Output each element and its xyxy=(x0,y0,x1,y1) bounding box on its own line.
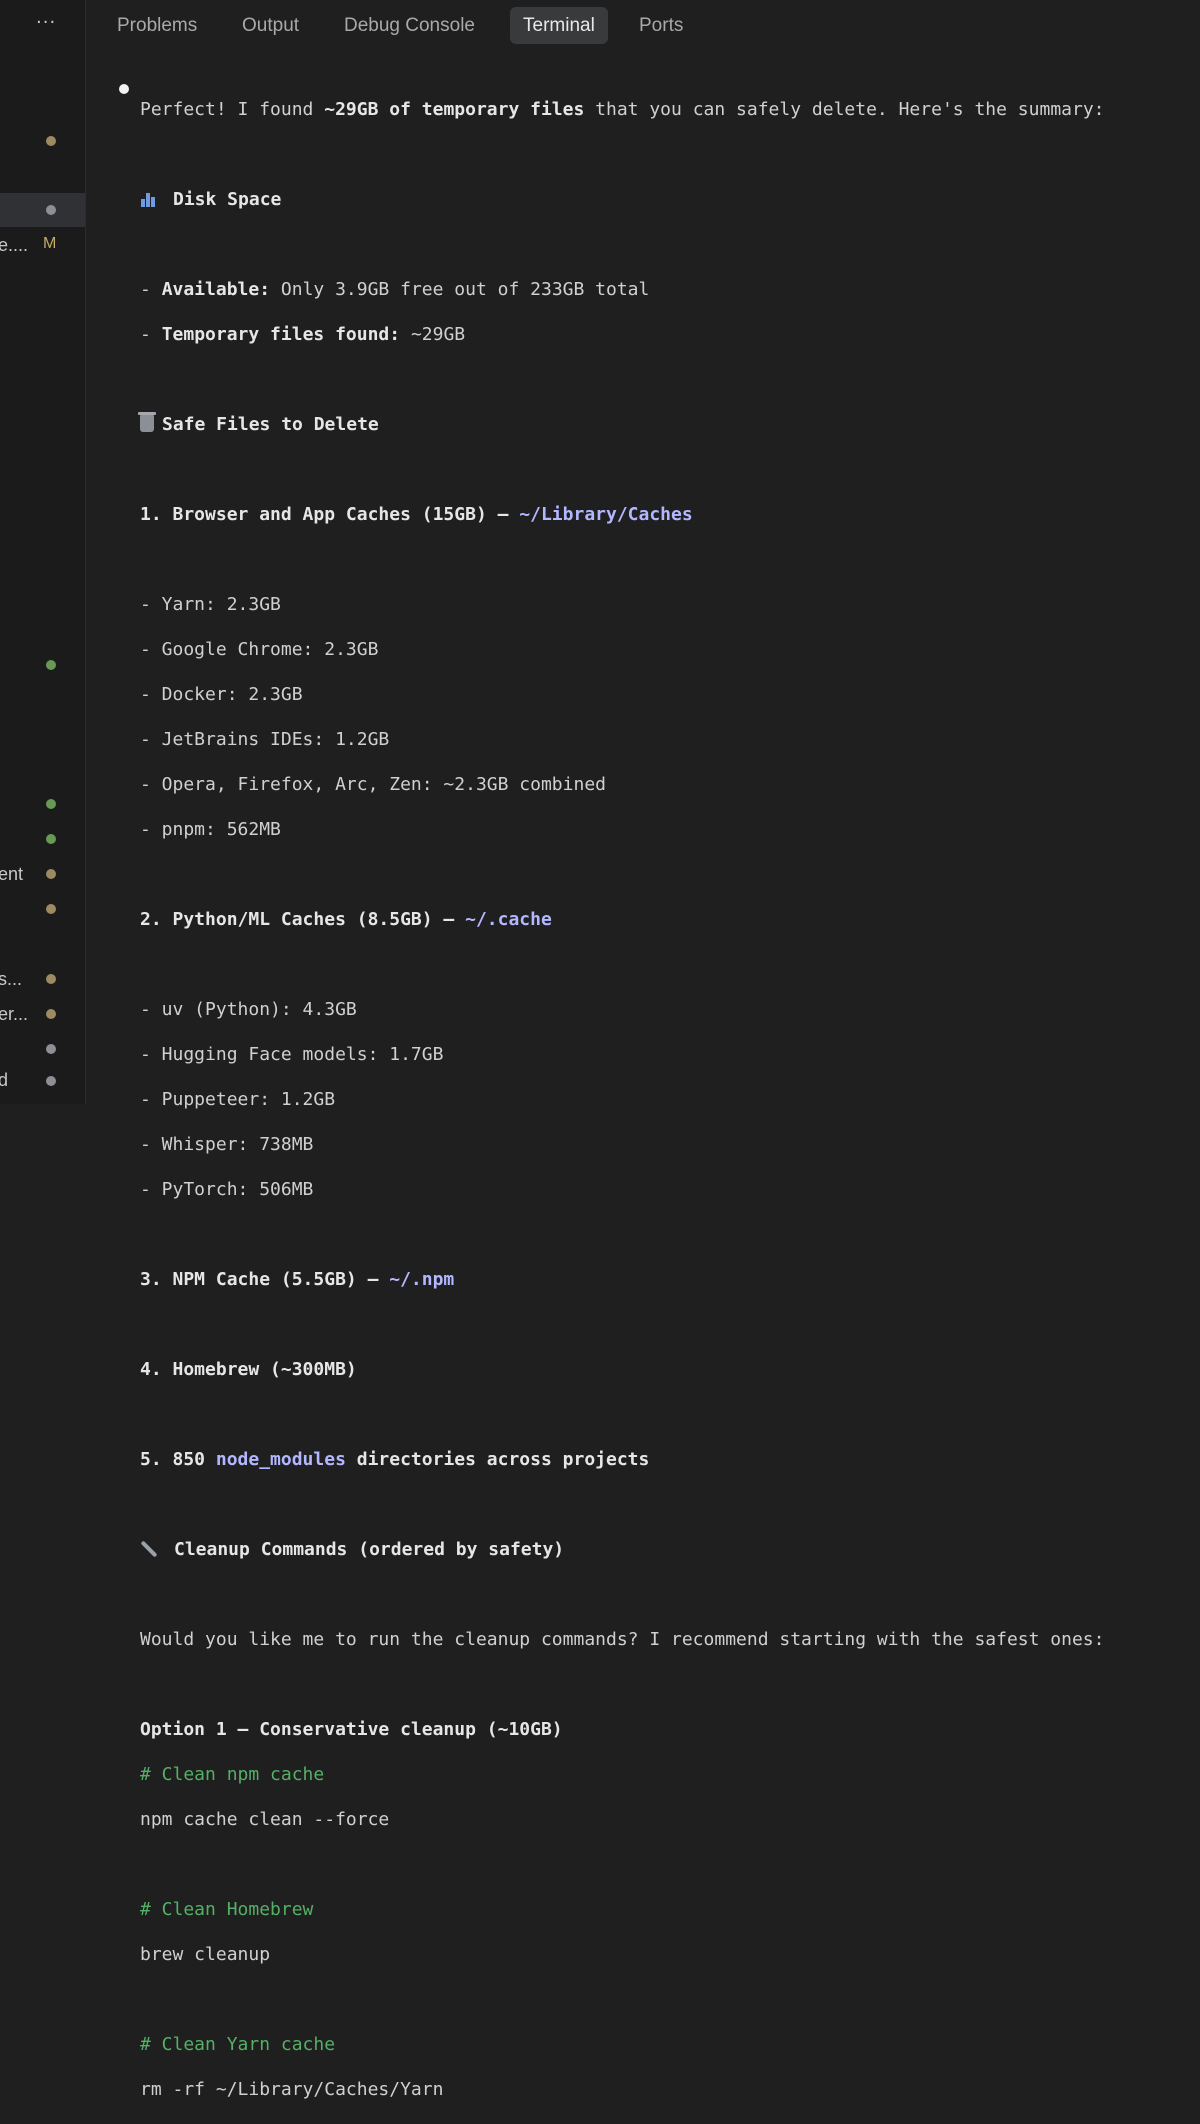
status-dot xyxy=(46,205,56,215)
status-dot xyxy=(46,136,56,146)
code-command: brew cleanup xyxy=(140,1943,271,1965)
available-line: - Available: Only 3.9GB free out of 233G… xyxy=(140,278,650,300)
sidebar: ··· e.... M ent s... er... d xyxy=(0,0,86,1104)
list-item: - Opera, Firefox, Arc, Zen: ~2.3GB combi… xyxy=(140,773,606,795)
terminal-output[interactable]: Perfect! I found ~29GB of temporary file… xyxy=(138,76,1200,2124)
sidebar-item-label[interactable]: d xyxy=(0,1070,8,1091)
status-dot xyxy=(46,799,56,809)
sidebar-item-label[interactable]: e.... xyxy=(0,235,28,256)
bar-chart-icon xyxy=(140,191,157,207)
list-item: - pnpm: 562MB xyxy=(140,818,281,840)
section-4-heading: 4. Homebrew (~300MB) xyxy=(140,1358,357,1380)
sidebar-item-label[interactable]: ent xyxy=(0,864,23,885)
section-5-heading: 5. 850 node_modules directories across p… xyxy=(140,1448,650,1470)
status-dot xyxy=(46,1009,56,1019)
list-item: - Puppeteer: 1.2GB xyxy=(140,1088,336,1110)
question-line: Would you like me to run the cleanup com… xyxy=(140,1628,1105,1650)
disk-space-heading: Disk Space xyxy=(140,189,1200,212)
list-item: - uv (Python): 4.3GB xyxy=(140,998,357,1020)
status-dot xyxy=(46,834,56,844)
code-comment: # Clean Homebrew xyxy=(140,1898,314,1920)
intro-line: Perfect! I found ~29GB of temporary file… xyxy=(140,98,1105,120)
section-1-heading: 1. Browser and App Caches (15GB) – ~/Lib… xyxy=(140,503,693,525)
code-command: rm -rf ~/Library/Caches/Yarn xyxy=(140,2078,444,2100)
tab-problems[interactable]: Problems xyxy=(104,7,210,44)
status-dot xyxy=(46,869,56,879)
selected-row[interactable] xyxy=(0,193,85,227)
cleanup-heading: Cleanup Commands (ordered by safety) xyxy=(140,1539,1200,1562)
safe-files-heading: Safe Files to Delete xyxy=(138,411,1200,437)
status-dot xyxy=(46,904,56,914)
wrench-icon xyxy=(140,1540,158,1558)
list-item: - JetBrains IDEs: 1.2GB xyxy=(140,728,390,750)
wastebasket-icon xyxy=(138,411,156,432)
section-3-heading: 3. NPM Cache (5.5GB) – ~/.npm xyxy=(140,1268,455,1290)
list-item: - Whisper: 738MB xyxy=(140,1133,314,1155)
list-item: - PyTorch: 506MB xyxy=(140,1178,314,1200)
option-1-heading: Option 1 – Conservative cleanup (~10GB) xyxy=(140,1718,563,1740)
code-comment: # Clean Yarn cache xyxy=(140,2033,336,2055)
list-item: - Hugging Face models: 1.7GB xyxy=(140,1043,444,1065)
tab-debug-console[interactable]: Debug Console xyxy=(331,7,488,44)
status-dot xyxy=(46,974,56,984)
message-bullet-icon xyxy=(119,84,129,94)
panel-tab-bar: Problems Output Debug Console Terminal P… xyxy=(86,0,1200,52)
tab-terminal[interactable]: Terminal xyxy=(510,7,608,44)
list-item: - Yarn: 2.3GB xyxy=(140,593,281,615)
modified-badge: M xyxy=(43,235,57,252)
status-dot xyxy=(46,660,56,670)
more-actions-button[interactable]: ··· xyxy=(36,12,56,33)
status-dot xyxy=(46,1076,56,1086)
tab-ports[interactable]: Ports xyxy=(626,7,696,44)
sidebar-item-label[interactable]: er... xyxy=(0,1004,28,1025)
status-dot xyxy=(46,1044,56,1054)
temp-files-line: - Temporary files found: ~29GB xyxy=(140,323,466,345)
code-comment: # Clean npm cache xyxy=(140,1763,325,1785)
sidebar-item-label[interactable]: s... xyxy=(0,969,22,990)
section-2-heading: 2. Python/ML Caches (8.5GB) – ~/.cache xyxy=(140,908,552,930)
list-item: - Docker: 2.3GB xyxy=(140,683,303,705)
code-command: npm cache clean --force xyxy=(140,1808,390,1830)
list-item: - Google Chrome: 2.3GB xyxy=(140,638,379,660)
tab-output[interactable]: Output xyxy=(229,7,312,44)
